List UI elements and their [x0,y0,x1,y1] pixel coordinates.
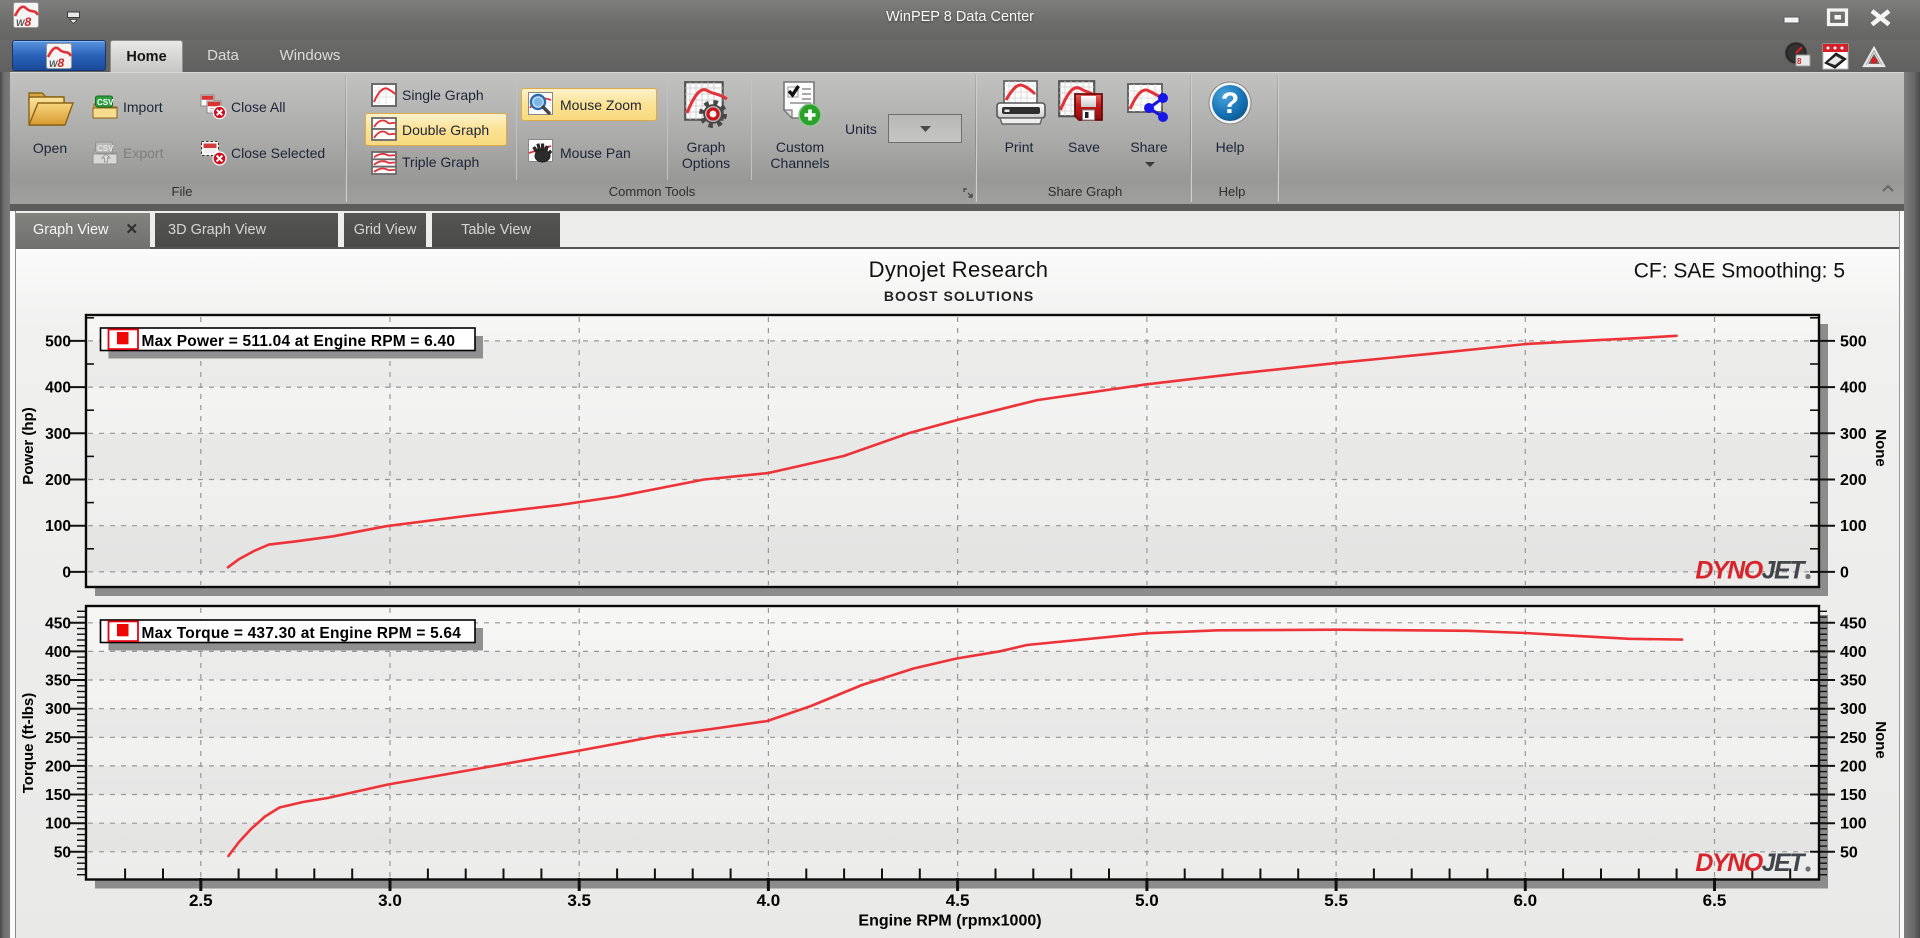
svg-text:100: 100 [1840,518,1867,535]
svg-text:3.5: 3.5 [567,891,591,910]
svg-text:100: 100 [45,816,71,833]
svg-text:300: 300 [1840,701,1867,718]
svg-text:CF: SAE Smoothing: 5: CF: SAE Smoothing: 5 [1634,260,1845,283]
svg-text:Torque (ft-lbs): Torque (ft-lbs) [20,693,37,794]
svg-text:50: 50 [1840,844,1858,861]
svg-text:Engine RPM (rpmx1000): Engine RPM (rpmx1000) [858,913,1041,930]
svg-text:200: 200 [1840,758,1867,775]
svg-text:4.5: 4.5 [946,891,970,910]
svg-text:400: 400 [45,644,71,661]
svg-text:450: 450 [1840,615,1867,632]
svg-text:450: 450 [45,615,71,632]
svg-text:200: 200 [45,758,71,775]
svg-text:None: None [1872,721,1889,759]
svg-text:2.5: 2.5 [189,891,213,910]
svg-text:400: 400 [1840,644,1867,661]
svg-text:350: 350 [1840,673,1867,690]
svg-text:50: 50 [54,844,71,861]
svg-text:?: ? [1221,87,1239,120]
svg-text:6.5: 6.5 [1703,891,1727,910]
svg-text:W8: W8 [49,56,65,70]
svg-text:3.0: 3.0 [378,891,402,910]
svg-text:0: 0 [62,564,71,581]
svg-text:250: 250 [1840,730,1867,747]
svg-text:4.0: 4.0 [757,891,781,910]
svg-text:Dynojet Research: Dynojet Research [869,257,1049,282]
svg-text:Power (hp): Power (hp) [20,407,37,485]
svg-text:250: 250 [45,730,71,747]
svg-text:None: None [1872,429,1889,467]
svg-text:350: 350 [45,673,71,690]
svg-text:500: 500 [45,333,71,350]
svg-text:5.0: 5.0 [1135,891,1159,910]
svg-text:400: 400 [1840,380,1867,397]
svg-text:200: 200 [1840,472,1867,489]
svg-text:300: 300 [1840,426,1867,443]
svg-text:500: 500 [1840,333,1867,350]
svg-text:150: 150 [1840,787,1867,804]
svg-text:100: 100 [45,518,71,535]
svg-text:BOOST SOLUTIONS: BOOST SOLUTIONS [884,288,1034,304]
svg-text:CSV: CSV [97,98,114,107]
svg-text:Max Torque = 437.30 at Engine: Max Torque = 437.30 at Engine RPM = 5.64 [142,625,462,642]
svg-text:200: 200 [45,472,71,489]
svg-text:6.0: 6.0 [1513,891,1537,910]
svg-text:150: 150 [45,787,71,804]
svg-text:5.5: 5.5 [1324,891,1348,910]
svg-text:DYNOJET: DYNOJET [1695,849,1807,877]
svg-text:300: 300 [45,701,71,718]
svg-text:0: 0 [1840,564,1849,581]
svg-text:Max Power = 511.04 at Engine R: Max Power = 511.04 at Engine RPM = 6.40 [142,333,456,350]
svg-text:400: 400 [45,380,71,397]
svg-text:DYNOJET: DYNOJET [1695,557,1807,585]
svg-text:100: 100 [1840,816,1867,833]
svg-text:CSV: CSV [97,144,114,153]
svg-text:300: 300 [45,426,71,443]
svg-text:8: 8 [1797,57,1802,66]
